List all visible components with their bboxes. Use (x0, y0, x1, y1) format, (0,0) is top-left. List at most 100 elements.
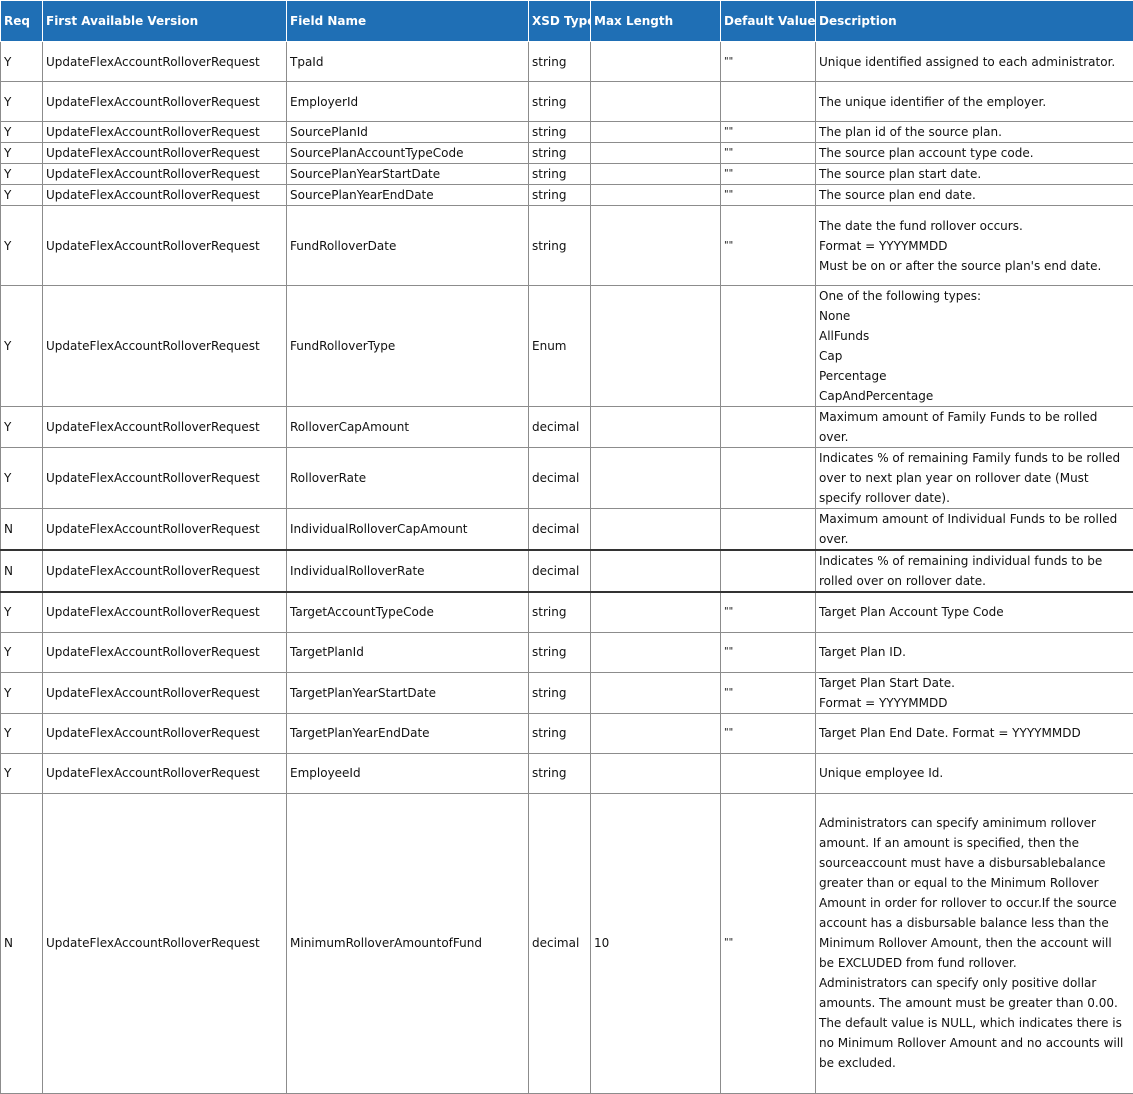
table-row: YUpdateFlexAccountRolloverRequestSourceP… (1, 164, 1133, 185)
description-line: The plan id of the source plan. (819, 122, 1130, 142)
req-cell: N (1, 509, 43, 551)
xsd-type-cell: string (529, 592, 591, 632)
description-cell: One of the following types:NoneAllFundsC… (816, 286, 1133, 407)
version-cell: UpdateFlexAccountRolloverRequest (43, 793, 287, 1093)
header-xsd-type: XSD Type (529, 1, 591, 42)
max-length-cell (591, 509, 721, 551)
table-row: NUpdateFlexAccountRolloverRequestIndivid… (1, 550, 1133, 592)
description-line: Format = YYYYMMDD (819, 693, 1130, 713)
description-line: Unique employee Id. (819, 763, 1130, 783)
req-cell: Y (1, 448, 43, 509)
version-cell: UpdateFlexAccountRolloverRequest (43, 122, 287, 143)
version-cell: UpdateFlexAccountRolloverRequest (43, 42, 287, 82)
max-length-cell (591, 42, 721, 82)
field-name-cell: SourcePlanAccountTypeCode (287, 143, 529, 164)
default-value-cell: "" (721, 672, 816, 713)
description-cell: The source plan start date. (816, 164, 1133, 185)
default-value-cell: "" (721, 185, 816, 206)
max-length-cell (591, 713, 721, 753)
description-line: Indicates % of remaining individual fund… (819, 551, 1130, 591)
default-value-cell: "" (721, 122, 816, 143)
xsd-type-cell: string (529, 143, 591, 164)
max-length-cell (591, 82, 721, 122)
description-cell: Target Plan Account Type Code (816, 592, 1133, 632)
req-cell: Y (1, 286, 43, 407)
max-length-cell (591, 407, 721, 448)
description-line: Target Plan ID. (819, 642, 1130, 662)
field-name-cell: EmployeeId (287, 753, 529, 793)
default-value-cell: "" (721, 143, 816, 164)
table-row: YUpdateFlexAccountRolloverRequestTargetA… (1, 592, 1133, 632)
max-length-cell (591, 753, 721, 793)
version-cell: UpdateFlexAccountRolloverRequest (43, 550, 287, 592)
header-default-value: Default Value (721, 1, 816, 42)
field-name-cell: FundRolloverDate (287, 206, 529, 286)
description-line: Cap (819, 346, 1130, 366)
description-line: CapAndPercentage (819, 386, 1130, 406)
version-cell: UpdateFlexAccountRolloverRequest (43, 713, 287, 753)
max-length-cell: 10 (591, 793, 721, 1093)
header-row: Req First Available Version Field Name X… (1, 1, 1133, 42)
table-row: YUpdateFlexAccountRolloverRequestSourceP… (1, 122, 1133, 143)
field-name-cell: IndividualRolloverRate (287, 550, 529, 592)
xsd-type-cell: decimal (529, 407, 591, 448)
field-name-cell: TargetAccountTypeCode (287, 592, 529, 632)
default-value-cell (721, 753, 816, 793)
header-req: Req (1, 1, 43, 42)
max-length-cell (591, 592, 721, 632)
description-cell: Unique identified assigned to each admin… (816, 42, 1133, 82)
table-row: YUpdateFlexAccountRolloverRequestTargetP… (1, 713, 1133, 753)
description-line: Indicates % of remaining Family funds to… (819, 448, 1130, 508)
description-line: Unique identified assigned to each admin… (819, 52, 1130, 72)
max-length-cell (591, 448, 721, 509)
table-row: YUpdateFlexAccountRolloverRequestSourceP… (1, 185, 1133, 206)
description-line: Maximum amount of Individual Funds to be… (819, 509, 1130, 549)
req-cell: N (1, 550, 43, 592)
field-name-cell: SourcePlanId (287, 122, 529, 143)
default-value-cell (721, 407, 816, 448)
description-line: The source plan account type code. (819, 143, 1130, 163)
version-cell: UpdateFlexAccountRolloverRequest (43, 82, 287, 122)
default-value-cell: "" (721, 592, 816, 632)
field-spec-table: Req First Available Version Field Name X… (0, 0, 1133, 1094)
field-name-cell: TpaId (287, 42, 529, 82)
description-line: The unique identifier of the employer. (819, 92, 1130, 112)
xsd-type-cell: string (529, 185, 591, 206)
version-cell: UpdateFlexAccountRolloverRequest (43, 143, 287, 164)
description-cell: Target Plan Start Date.Format = YYYYMMDD (816, 672, 1133, 713)
description-line: Target Plan Account Type Code (819, 602, 1130, 622)
xsd-type-cell: string (529, 164, 591, 185)
max-length-cell (591, 122, 721, 143)
req-cell: Y (1, 753, 43, 793)
max-length-cell (591, 185, 721, 206)
version-cell: UpdateFlexAccountRolloverRequest (43, 407, 287, 448)
description-cell: The source plan end date. (816, 185, 1133, 206)
description-line: None (819, 306, 1130, 326)
xsd-type-cell: string (529, 672, 591, 713)
description-line: AllFunds (819, 326, 1130, 346)
description-line: Target Plan End Date. Format = YYYYMMDD (819, 723, 1130, 743)
description-line: Target Plan Start Date. (819, 673, 1130, 693)
version-cell: UpdateFlexAccountRolloverRequest (43, 753, 287, 793)
xsd-type-cell: string (529, 42, 591, 82)
field-name-cell: SourcePlanYearStartDate (287, 164, 529, 185)
max-length-cell (591, 550, 721, 592)
description-cell: Maximum amount of Family Funds to be rol… (816, 407, 1133, 448)
table-row: YUpdateFlexAccountRolloverRequestTpaIdst… (1, 42, 1133, 82)
description-cell: Indicates % of remaining Family funds to… (816, 448, 1133, 509)
field-name-cell: IndividualRolloverCapAmount (287, 509, 529, 551)
field-name-cell: EmployerId (287, 82, 529, 122)
req-cell: Y (1, 407, 43, 448)
xsd-type-cell: string (529, 206, 591, 286)
table-row: YUpdateFlexAccountRolloverRequestRollove… (1, 448, 1133, 509)
xsd-type-cell: decimal (529, 550, 591, 592)
default-value-cell (721, 509, 816, 551)
table-row: YUpdateFlexAccountRolloverRequestEmploye… (1, 753, 1133, 793)
description-line: Must be on or after the source plan's en… (819, 256, 1130, 276)
xsd-type-cell: string (529, 632, 591, 672)
req-cell: Y (1, 42, 43, 82)
description-line: The date the fund rollover occurs. (819, 216, 1130, 236)
table-row: NUpdateFlexAccountRolloverRequestMinimum… (1, 793, 1133, 1093)
field-name-cell: TargetPlanYearStartDate (287, 672, 529, 713)
xsd-type-cell: string (529, 82, 591, 122)
